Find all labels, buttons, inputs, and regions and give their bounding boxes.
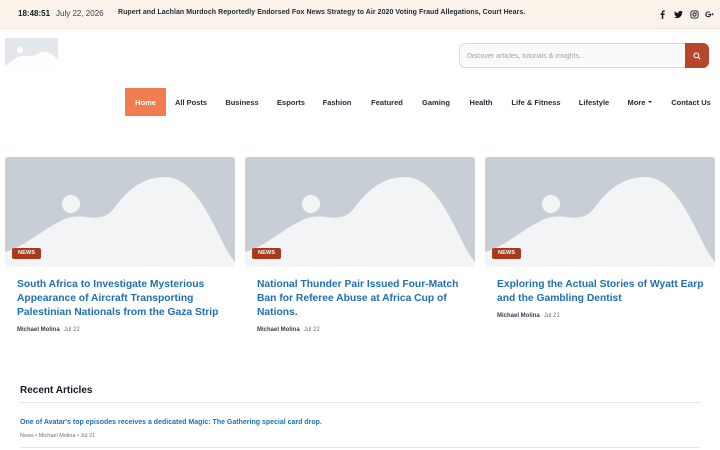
article-title[interactable]: South Africa to Investigate Mysterious A… xyxy=(17,278,227,320)
news-ticker-headline[interactable]: Rupert and Lachlan Murdoch Reportedly En… xyxy=(118,9,525,16)
article-title[interactable]: Exploring the Actual Stories of Wyatt Ea… xyxy=(497,278,707,306)
chevron-down-icon xyxy=(648,101,653,103)
search-icon xyxy=(693,51,701,60)
article-author[interactable]: Michael Molina xyxy=(497,313,540,319)
divider xyxy=(20,447,700,448)
article-date: Jul 21 xyxy=(543,313,560,319)
instagram-icon[interactable] xyxy=(688,7,700,21)
logo-placeholder-image-icon xyxy=(5,38,58,73)
article-meta: Michael Molina Jul 22 xyxy=(257,327,320,333)
twitter-icon[interactable] xyxy=(672,7,684,21)
article-thumbnail[interactable]: NEWS xyxy=(5,157,235,267)
article-date: Jul 22 xyxy=(63,327,80,333)
article-thumbnail[interactable]: NEWS xyxy=(245,157,475,267)
nav-item-fashion[interactable]: Fashion xyxy=(318,88,356,116)
nav-item-esports[interactable]: Esports xyxy=(272,88,310,116)
article-author[interactable]: Michael Molina xyxy=(17,327,60,333)
facebook-icon[interactable] xyxy=(656,7,668,21)
nav-item-lifestyle[interactable]: Lifestyle xyxy=(572,88,616,116)
nav-item-more-dropdown[interactable]: More xyxy=(624,88,656,116)
recent-articles-heading: Recent Articles xyxy=(20,385,93,396)
divider xyxy=(20,402,700,403)
featured-card[interactable]: NEWS Exploring the Actual Stories of Wya… xyxy=(485,157,715,319)
search-box xyxy=(459,43,709,68)
google-plus-icon[interactable] xyxy=(703,7,715,21)
current-date: July 22, 2026 xyxy=(56,9,104,18)
top-bar: 18:48:51 July 22, 2026 Rupert and Lachla… xyxy=(0,0,720,29)
nav-item-contact-us[interactable]: Contact Us xyxy=(666,88,716,116)
recent-article-title[interactable]: One of Avatar's top episodes receives a … xyxy=(20,419,322,426)
nav-item-life-fitness[interactable]: Life & Fitness xyxy=(508,88,564,116)
article-thumbnail[interactable]: NEWS xyxy=(485,157,715,267)
featured-card[interactable]: NEWS National Thunder Pair Issued Four-M… xyxy=(245,157,475,333)
article-author[interactable]: Michael Molina xyxy=(257,327,300,333)
search-input[interactable] xyxy=(467,50,682,62)
nav-item-gaming[interactable]: Gaming xyxy=(418,88,454,116)
nav-item-more-label: More xyxy=(627,97,646,107)
nav-item-featured[interactable]: Featured xyxy=(364,88,410,116)
category-badge[interactable]: NEWS xyxy=(252,248,282,259)
category-badge[interactable]: NEWS xyxy=(12,248,42,259)
main-navigation: Home All Posts Business Esports Fashion … xyxy=(0,88,720,116)
article-meta: Michael Molina Jul 21 xyxy=(497,313,560,319)
article-date: Jul 22 xyxy=(303,327,320,333)
article-meta: Michael Molina Jul 22 xyxy=(17,327,80,333)
clock-time: 18:48:51 xyxy=(18,9,51,18)
category-badge[interactable]: NEWS xyxy=(492,248,522,259)
site-logo[interactable] xyxy=(5,38,58,73)
featured-card[interactable]: NEWS South Africa to Investigate Mysteri… xyxy=(5,157,235,333)
article-title[interactable]: National Thunder Pair Issued Four-Match … xyxy=(257,278,467,320)
recent-article-meta: News • Michael Molina • Jul 21 xyxy=(20,433,96,439)
nav-item-all-posts[interactable]: All Posts xyxy=(170,88,212,116)
search-button[interactable] xyxy=(685,43,709,68)
nav-item-health[interactable]: Health xyxy=(462,88,500,116)
nav-item-business[interactable]: Business xyxy=(220,88,264,116)
nav-item-home[interactable]: Home xyxy=(125,88,166,116)
